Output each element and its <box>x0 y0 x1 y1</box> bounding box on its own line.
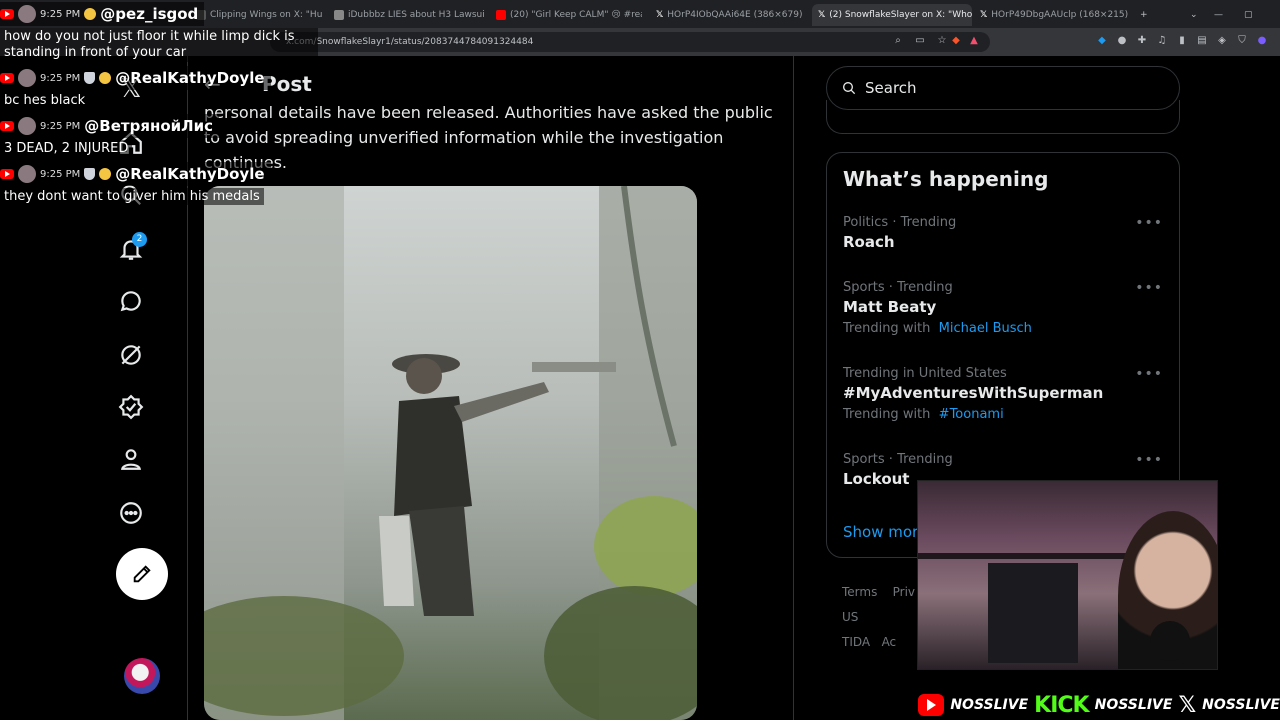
footer-link[interactable]: US TIDA <box>842 610 870 649</box>
vpn-icon[interactable]: ◈ <box>1216 35 1228 47</box>
youtube-icon <box>0 9 14 19</box>
minimize-icon[interactable]: — <box>1214 4 1228 26</box>
chat-message-header: 9:25 PM @RealKathyDoyle <box>0 66 271 90</box>
moderator-shield-icon <box>84 72 96 84</box>
bookmark-icon[interactable]: ☆ <box>936 35 948 47</box>
chat-message-header: 9:25 PM @RealKathyDoyle <box>0 162 271 186</box>
shield-icon[interactable]: ⛉ <box>1236 35 1248 47</box>
brave-shield-icon[interactable]: ◆ <box>950 35 962 47</box>
sidebar-footer: Terms Priv US TIDA Ac <box>842 580 915 655</box>
streamer-webcam <box>917 480 1218 670</box>
youtube-favicon-icon <box>496 10 506 20</box>
stream-chat-overlay: 9:25 PM @pez_isgod how do you not just f… <box>0 0 330 208</box>
x-favicon-icon: 𝕏 <box>656 10 664 20</box>
more-options-icon[interactable] <box>118 500 144 526</box>
stream-branding: NOSSLIVE KICK NOSSLIVE 𝕏 NOSSLIVE <box>918 690 1280 720</box>
new-tab-button[interactable]: + <box>1140 4 1154 26</box>
browser-tab[interactable]: (20) "Girl Keep CALM" 😢 #real # <box>496 4 642 26</box>
extensions-puzzle-icon[interactable]: ✚ <box>1136 35 1148 47</box>
compose-post-button[interactable] <box>116 548 168 600</box>
wallet-icon[interactable]: ▤ <box>1196 35 1208 47</box>
kick-logo-icon: KICK <box>1034 692 1089 718</box>
member-badge-icon <box>99 72 112 84</box>
chat-message-header: 9:25 PM @pez_isgod <box>0 2 205 26</box>
trend-related-link[interactable]: Michael Busch <box>939 321 1032 336</box>
chat-avatar <box>18 165 36 183</box>
member-badge-icon <box>99 168 112 180</box>
tab-search-icon[interactable]: ⌄ <box>1190 4 1204 26</box>
post-media-image[interactable] <box>204 186 697 720</box>
tab-favicon-icon <box>334 10 344 20</box>
youtube-icon <box>0 169 14 179</box>
chat-avatar <box>18 117 36 135</box>
grok-icon[interactable] <box>118 342 144 368</box>
media-icon[interactable]: ♫ <box>1156 35 1168 47</box>
youtube-logo-icon <box>918 694 945 716</box>
moderator-shield-icon <box>84 168 96 180</box>
account-avatar[interactable] <box>124 658 160 694</box>
wall-poster <box>988 563 1078 663</box>
brave-rewards-icon[interactable]: ▲ <box>968 35 980 47</box>
member-badge-icon <box>84 8 97 20</box>
chat-message-text: bc hes black <box>0 92 90 109</box>
youtube-icon <box>0 121 14 131</box>
chat-avatar <box>18 69 36 87</box>
chat-message-text: how do you not just floor it while limp … <box>0 28 318 62</box>
trend-item[interactable]: Politics · Trending Roach ••• <box>843 215 1163 251</box>
maximize-icon[interactable]: ▢ <box>1244 4 1258 26</box>
profile-icon[interactable] <box>118 446 144 472</box>
microphone <box>1150 621 1190 661</box>
browser-tab[interactable]: 𝕏 HOrP49DbgAAUclp (168×215) <box>980 4 1130 26</box>
chat-message-header: 9:25 PM @ВетрянойЛис <box>0 114 220 138</box>
search-input[interactable]: Search <box>826 66 1180 110</box>
sidebar-toggle-icon[interactable]: ▮ <box>1176 35 1188 47</box>
chat-message-text: 3 DEAD, 2 INJURED <box>0 140 133 157</box>
notification-count-badge: 2 <box>132 232 147 247</box>
more-options-icon[interactable]: ••• <box>1135 452 1163 468</box>
verified-icon[interactable] <box>118 394 144 420</box>
zoom-icon[interactable]: ⌕ <box>892 35 904 47</box>
trend-item[interactable]: Sports · Trending Matt Beaty Trending wi… <box>843 280 1163 336</box>
x-favicon-icon: 𝕏 <box>980 10 988 20</box>
more-options-icon[interactable]: ••• <box>1135 280 1163 296</box>
x-logo-icon: 𝕏 <box>1178 692 1197 718</box>
address-bar[interactable]: x.com/SnowflakeSlayr1/status/20837447840… <box>270 32 990 52</box>
profile-icon[interactable]: ● <box>1256 35 1268 47</box>
messages-icon[interactable] <box>118 288 144 314</box>
trend-item[interactable]: Trending in United States #MyAdventuresW… <box>843 366 1163 422</box>
search-icon <box>843 82 856 95</box>
browser-tab[interactable]: iDubbbz LIES about H3 Lawsuit | EI <box>334 4 484 26</box>
show-more-link[interactable]: Show more <box>843 523 927 541</box>
more-options-icon[interactable]: ••• <box>1135 366 1163 382</box>
browser-tab[interactable]: 𝕏 HOrP4IObQAAi64E (386×679) <box>656 4 806 26</box>
more-options-icon[interactable]: ••• <box>1135 215 1163 231</box>
youtube-icon <box>0 73 14 83</box>
search-placeholder: Search <box>865 79 917 97</box>
trend-related-link[interactable]: #Toonami <box>939 407 1004 422</box>
footer-link[interactable]: Terms <box>842 585 877 599</box>
extension-icon[interactable]: ● <box>1116 35 1128 47</box>
cast-icon[interactable]: ▭ <box>914 35 926 47</box>
trends-title: What’s happening <box>843 167 1049 191</box>
chat-avatar <box>18 5 36 23</box>
chat-message-text: they dont want to giver him his medals <box>0 188 264 205</box>
footer-link[interactable]: Priv <box>893 585 915 599</box>
browser-tab-active[interactable]: 𝕏(2) SnowflakeSlayer on X: "Who✕ <box>812 4 972 26</box>
extension-icon[interactable]: ◆ <box>1096 35 1108 47</box>
compose-icon <box>133 565 151 583</box>
x-favicon-icon: 𝕏 <box>818 10 826 20</box>
footer-link[interactable]: Ac <box>882 635 897 649</box>
